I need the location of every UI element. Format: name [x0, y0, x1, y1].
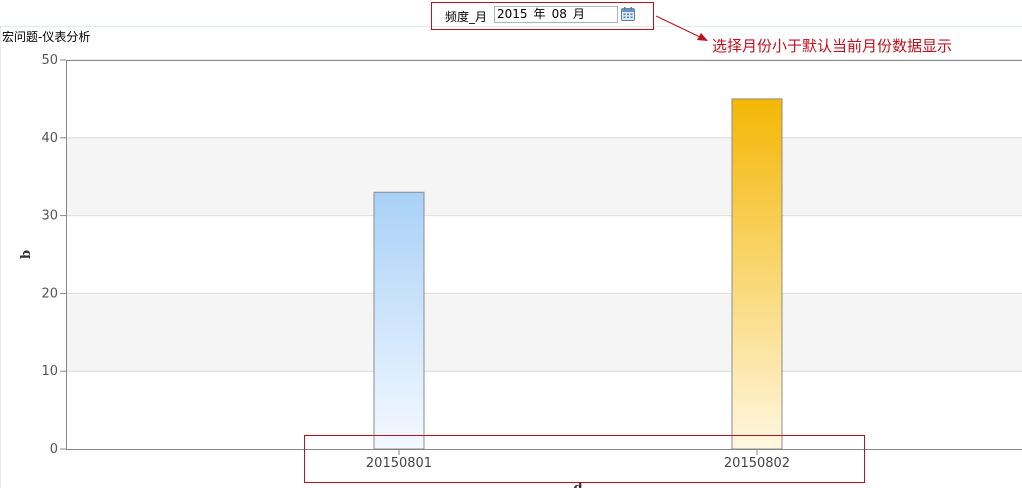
- calendar-icon[interactable]: [620, 6, 636, 22]
- grid-band: [66, 293, 1022, 372]
- month-unit: 月: [572, 7, 585, 21]
- y-tick-label: 30: [41, 209, 58, 224]
- grid-band: [66, 137, 1022, 216]
- y-tick-label: 20: [41, 286, 58, 301]
- year-value: 2015: [497, 7, 528, 21]
- month-value: 08: [551, 7, 567, 21]
- year-unit: 年: [533, 7, 546, 21]
- y-tick-label: 50: [41, 53, 58, 68]
- y-tick-label: 10: [41, 364, 58, 379]
- annotation-note: 选择月份小于默认当前月份数据显示: [712, 37, 953, 55]
- bar: [731, 98, 783, 450]
- bar-chart: 01020304050 2015080120150802 b d: [19, 53, 1022, 488]
- axis-highlight-box: [304, 435, 865, 483]
- frequency-month-label: 频度_月: [445, 10, 488, 24]
- bar: [373, 191, 425, 450]
- y-axis-label: b: [19, 250, 34, 259]
- y-tick-label: 40: [41, 131, 58, 146]
- month-picker-input[interactable]: 2015 年 08 月: [494, 6, 618, 23]
- y-tick-label: 0: [50, 442, 58, 457]
